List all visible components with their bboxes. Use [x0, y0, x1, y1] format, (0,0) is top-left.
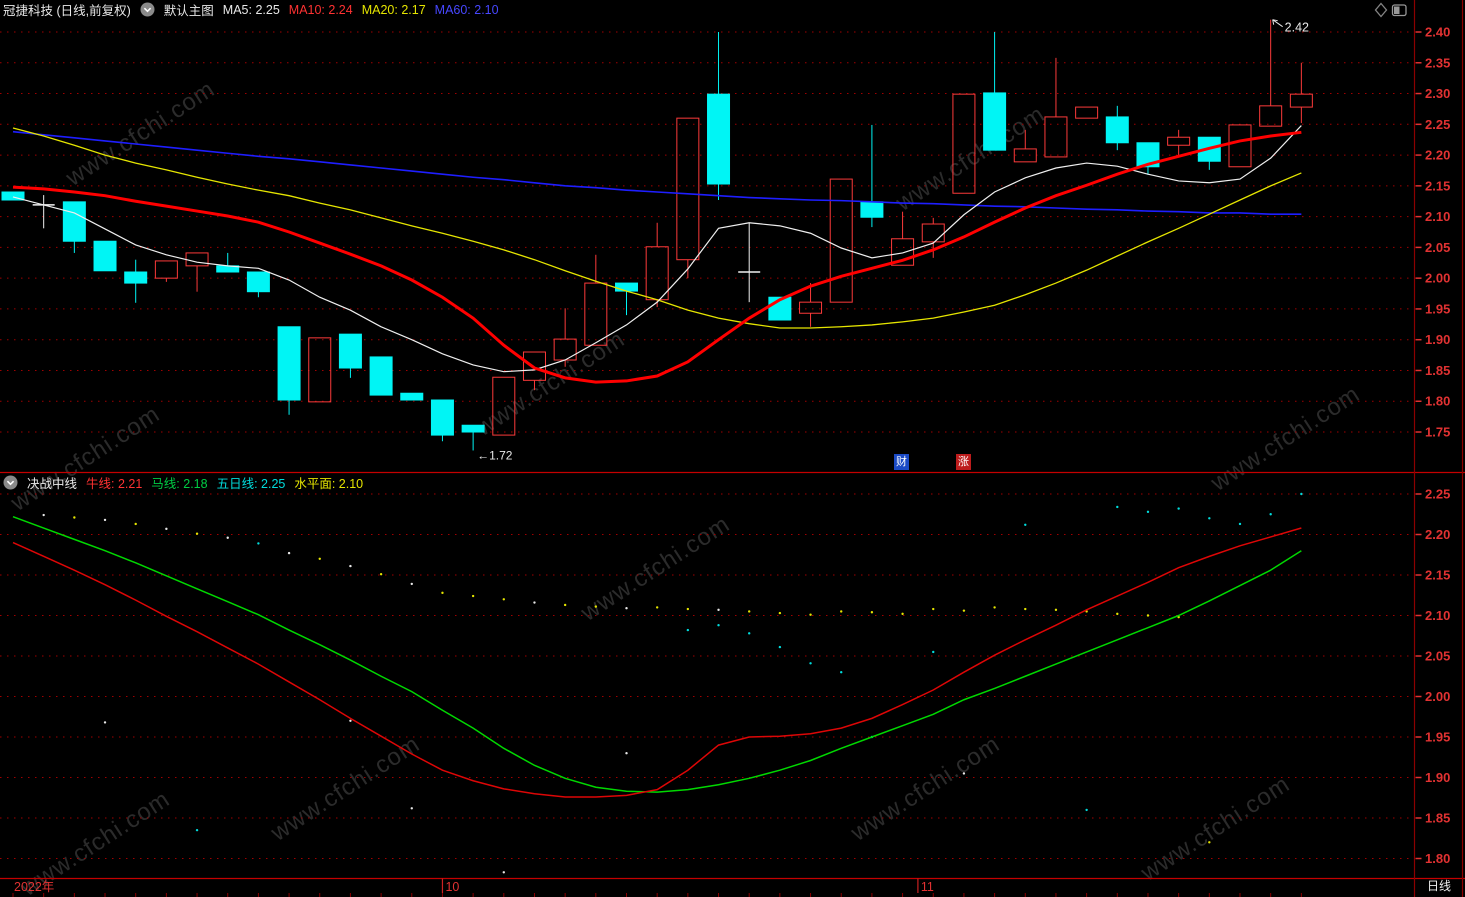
- svg-text:1.95: 1.95: [1425, 730, 1450, 745]
- diamond-icon[interactable]: [1374, 2, 1388, 18]
- svg-text:2.10: 2.10: [1425, 209, 1450, 224]
- sub-y-axis: 2.25 2.20 2.15 2.10 2.05 2.00 1.95 1.90 1.85 1.80: [0, 487, 1450, 866]
- ma5-label: MA5: 2.25: [222, 2, 280, 17]
- ma20-label: MA20: 2.17: [361, 2, 426, 17]
- signal-badge-cai: 财: [894, 454, 909, 470]
- stock-chart-window: www.cfchi.com www.cfchi.com www.cfchi.co…: [0, 0, 1465, 897]
- level-line-label: 水平面: 2.10: [294, 477, 364, 491]
- bull-line-label: 牛线: 2.21: [86, 477, 143, 491]
- bull-line: [12, 527, 1302, 798]
- split-layout-icon[interactable]: [1391, 4, 1407, 17]
- svg-text:2.20: 2.20: [1425, 148, 1450, 163]
- year-label[interactable]: 2022年: [14, 880, 54, 894]
- svg-text:2.00: 2.00: [1425, 271, 1450, 286]
- chevron-down-circle-icon[interactable]: [3, 475, 18, 490]
- horse-line-label: 马线: 2.18: [151, 477, 208, 491]
- svg-text:1.85: 1.85: [1425, 363, 1450, 378]
- svg-text:2.35: 2.35: [1425, 55, 1450, 70]
- signal-badge-zhang: 涨: [956, 454, 971, 470]
- svg-text:2.10: 2.10: [1425, 608, 1450, 623]
- ma10-label: MA10: 2.24: [288, 2, 353, 17]
- window-corner-icons: [1374, 2, 1407, 18]
- month-label[interactable]: 10: [445, 880, 459, 894]
- svg-text:1.95: 1.95: [1425, 301, 1450, 316]
- candles: [1, 19, 1313, 451]
- main-panel-header: 冠捷科技 (日线,前复权) 默认主图 MA5: 2.25 MA10: 2.24 …: [3, 0, 499, 19]
- svg-text:1.80: 1.80: [1425, 851, 1450, 866]
- svg-text:1.90: 1.90: [1425, 332, 1450, 347]
- ma5-line: [12, 125, 1302, 373]
- five-day-line-label: 五日线: 2.25: [216, 477, 286, 491]
- svg-text:2.15: 2.15: [1425, 568, 1450, 583]
- month-label[interactable]: 11: [921, 880, 934, 894]
- ma60-line: [12, 130, 1302, 215]
- svg-text:1.85: 1.85: [1425, 811, 1450, 826]
- svg-text:2.20: 2.20: [1425, 527, 1450, 542]
- svg-text:2.05: 2.05: [1425, 240, 1450, 255]
- time-axis: 10 11 2022年: [12, 878, 1302, 897]
- main-y-axis: 2.40 2.35 2.30 2.25 2.20 2.15 2.10 2.05 2.00 1.95…: [0, 25, 1450, 440]
- svg-text:2.30: 2.30: [1425, 86, 1450, 101]
- indicator-name[interactable]: 决战中线: [27, 473, 77, 492]
- svg-text:1.90: 1.90: [1425, 770, 1450, 785]
- chart-canvas[interactable]: 2.40 2.35 2.30 2.25 2.20 2.15 2.10 2.05 2.00 1.95…: [0, 0, 1465, 897]
- svg-text:1.75: 1.75: [1425, 425, 1450, 440]
- svg-text:2.15: 2.15: [1425, 178, 1450, 193]
- low-annotation: ←1.72: [477, 448, 513, 462]
- svg-text:2.25: 2.25: [1425, 117, 1450, 132]
- svg-text:2.40: 2.40: [1425, 25, 1450, 40]
- sub-panel-header: 决战中线 牛线: 2.21 马线: 2.18 五日线: 2.25 水平面: 2.…: [3, 473, 363, 492]
- svg-text:2.25: 2.25: [1425, 487, 1450, 502]
- layout-label[interactable]: 默认主图: [164, 0, 214, 19]
- horse-line: [12, 515, 1302, 793]
- indicator-dots: [42, 492, 1303, 874]
- svg-text:1.80: 1.80: [1425, 394, 1450, 409]
- stock-title: 冠捷科技 (日线,前复权): [3, 4, 131, 18]
- svg-text:2.00: 2.00: [1425, 689, 1450, 704]
- svg-text:2.05: 2.05: [1425, 649, 1450, 664]
- ma60-label: MA60: 2.10: [434, 2, 499, 17]
- period-label[interactable]: 日线: [1416, 879, 1462, 894]
- high-annotation: 2.42: [1285, 21, 1309, 35]
- chevron-down-circle-icon[interactable]: [140, 2, 155, 17]
- ma10-line: [12, 130, 1302, 384]
